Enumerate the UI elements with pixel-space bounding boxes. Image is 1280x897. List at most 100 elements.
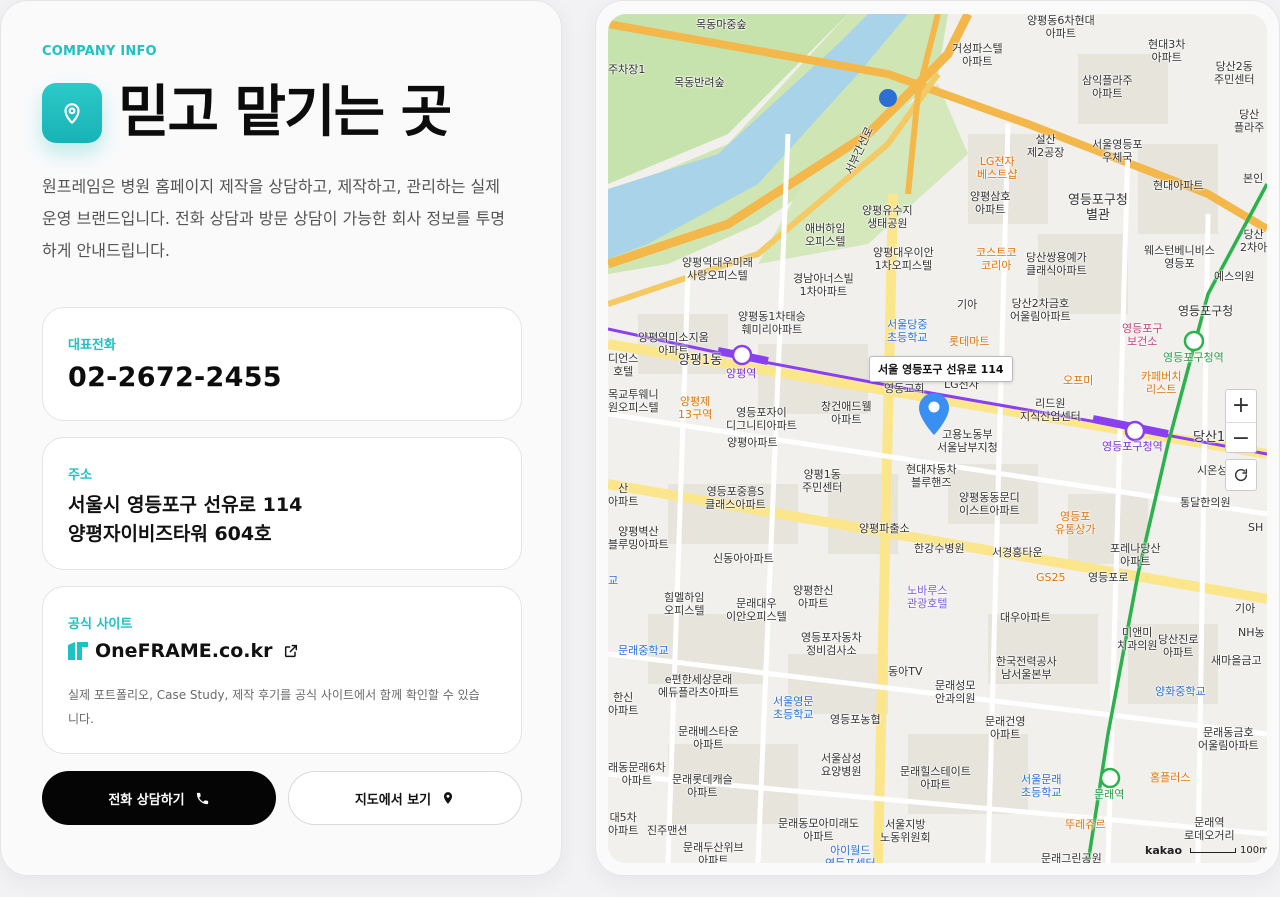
map-label: 영등포구 보건소 <box>1122 322 1163 348</box>
map-label: 양평아파트 <box>727 436 778 449</box>
map-label: 목교투웨니 원오피스텔 <box>608 388 659 414</box>
map-label: 문래두산위브 아파트 <box>683 841 744 863</box>
site-box: 공식 사이트 OneFRAME.co.kr 실제 포트폴리오, Case Stu… <box>42 586 522 754</box>
map-label: 목동반려숲 <box>674 76 725 89</box>
map-label: 영등포로 <box>1088 571 1129 584</box>
address-line2: 양평자이비즈타워 604호 <box>68 523 272 545</box>
refresh-icon[interactable] <box>1225 459 1257 491</box>
phone-label: 대표전화 <box>68 338 116 353</box>
location-callout: 서울 영등포구 선유로 114 <box>869 356 1013 382</box>
map-label: 서울지방 노동위원회 <box>880 818 931 844</box>
map-label: 문래롯데캐슬 아파트 <box>672 773 733 799</box>
map-label: 웨스턴베니비스 영등포 <box>1144 244 1215 270</box>
map-label: 당산 플라주 <box>1234 108 1265 134</box>
map-label: 양평벽산 블루밍아파트 <box>608 525 669 551</box>
map-label: 래동문래6차 아파트 <box>608 761 666 787</box>
site-name[interactable]: OneFRAME.co.kr <box>95 640 273 662</box>
map-label: 문래동모아미래도 아파트 <box>778 817 859 843</box>
map-label: 창건애드웰 아파트 <box>821 400 872 426</box>
map-view[interactable]: 목동마중숲 주차장1 목동반려숲 거성파스텔 아파트 양평동6차현대 아파트 현… <box>608 14 1267 863</box>
map-label: 서경홍타운 <box>992 546 1043 559</box>
map-label: 영등포구청 별관 <box>1068 193 1128 223</box>
map-label: 양평파출소 <box>859 522 910 535</box>
zoom-out-button[interactable]: − <box>1226 422 1256 454</box>
location-marker-icon[interactable] <box>919 393 949 439</box>
call-button[interactable]: 전화 상담하기 <box>42 771 276 825</box>
map-label: 포레나당산 아파트 <box>1110 542 1161 568</box>
map-label: 본인 <box>1243 172 1264 185</box>
map-label: 영등포구청역 <box>1102 440 1163 453</box>
address-box: 주소 서울시 영등포구 선유로 114 양평자이비즈타워 604호 <box>42 437 522 570</box>
site-link[interactable]: OneFRAME.co.kr <box>68 640 299 662</box>
map-label: 당산 2차아 <box>1240 228 1267 254</box>
map-label: 현대3차 아파트 <box>1148 38 1186 64</box>
map-label: 서울문래 초등학교 <box>1021 773 1062 799</box>
map-label: 영등포구청역 <box>1163 351 1224 364</box>
map-label: 당산2차금호 어울림아파트 <box>1010 297 1071 323</box>
map-label: 대우아파트 <box>1000 611 1051 624</box>
map-label: 서울영등포 우체국 <box>1092 138 1143 164</box>
map-label: 양평제 13구역 <box>678 395 713 421</box>
map-label: 한강수병원 <box>914 542 965 555</box>
map-label: 양평1동 주민센터 <box>802 468 843 494</box>
site-label: 공식 사이트 <box>68 617 133 632</box>
map-label: 예스의원 <box>1214 270 1255 283</box>
map-label: 양평동6차현대 아파트 <box>1027 14 1095 40</box>
title-row: 믿고 맡기는 곳 <box>42 79 452 147</box>
map-label: 문래중학교 <box>618 644 669 657</box>
map-card: 목동마중숲 주차장1 목동반려숲 거성파스텔 아파트 양평동6차현대 아파트 현… <box>595 0 1280 876</box>
map-label: 주차장1 <box>608 63 646 76</box>
map-label: 진주맨션 <box>647 824 688 837</box>
map-label: 영등포 유통상가 <box>1055 510 1096 536</box>
external-link-icon[interactable] <box>283 643 299 659</box>
map-label: 양화중학교 <box>1155 685 1206 698</box>
intro-text: 원프레임은 병원 홈페이지 제작을 상담하고, 제작하고, 관리하는 실제 운영… <box>42 177 506 260</box>
map-label: 산 아파트 <box>608 482 639 508</box>
site-description: 실제 포트폴리오, Case Study, 제작 후기를 공식 사이트에서 함께… <box>68 688 480 726</box>
map-pin-icon <box>441 791 455 805</box>
map-label: 현대자동차 블루핸즈 <box>906 463 957 489</box>
map-label: 양평역대우미래 사랑오피스텔 <box>682 256 753 282</box>
map-label: 통달한의원 <box>1180 496 1231 509</box>
map-label: 영등포중흥S 클래스아파트 <box>705 485 766 511</box>
map-label: 당산2동 주민센터 <box>1214 60 1255 86</box>
map-label: 코스트코 코리아 <box>976 246 1017 272</box>
map-scale: kakao 100m <box>1145 844 1267 857</box>
map-label: 영등포자동차 정비검사소 <box>801 631 862 657</box>
map-label: 양평역 <box>726 367 757 380</box>
call-button-label: 전화 상담하기 <box>108 792 185 808</box>
map-label: 문래건영 아파트 <box>985 715 1026 741</box>
map-label: 한국전력공사 남서울본부 <box>996 655 1057 681</box>
view-map-button-label: 지도에서 보기 <box>354 792 432 808</box>
map-label: 문래베스타운 아파트 <box>678 725 739 751</box>
map-label: 홈플러스 <box>1150 771 1191 784</box>
map-label: 당산진로 아파트 <box>1158 633 1199 659</box>
map-label: 양평대우이안 1차오피스텔 <box>873 246 934 272</box>
company-info-card: COMPANY INFO 믿고 맡기는 곳 원프레임은 병원 홈페이지 제작을 … <box>0 0 562 876</box>
map-label: 양평한신 아파트 <box>793 584 834 610</box>
zoom-in-button[interactable]: + <box>1226 390 1256 422</box>
map-label: 현대아파트 <box>1153 179 1204 192</box>
map-label: 목동마중숲 <box>696 18 747 31</box>
location-pin-icon <box>42 83 102 143</box>
map-label: 문래역 <box>1094 788 1125 801</box>
map-label: GS25 <box>1036 571 1066 584</box>
map-label: 양평삼호 아파트 <box>970 190 1011 216</box>
map-label: 아이월드 영등포센터 <box>825 844 876 863</box>
map-label: 노바루스 관광호텔 <box>907 584 948 610</box>
map-label: 서울삼성 요양병원 <box>821 752 862 778</box>
scale-label: 100m <box>1240 845 1267 856</box>
map-label: NH농 <box>1238 626 1265 639</box>
page-title: 믿고 맡기는 곳 <box>118 80 452 145</box>
phone-value[interactable]: 02-2672-2455 <box>68 362 282 393</box>
map-label: 서울당중 초등학교 <box>887 318 928 344</box>
phone-box: 대표전화 02-2672-2455 <box>42 307 522 421</box>
map-label: 문래대우 이안오피스텔 <box>726 597 787 623</box>
map-label: 영등포자이 디그니티아파트 <box>726 406 797 432</box>
view-map-button[interactable]: 지도에서 보기 <box>288 771 522 825</box>
scale-line <box>1190 848 1237 853</box>
map-label: 거성파스텔 아파트 <box>952 42 1003 68</box>
map-label: 애버하임 오피스텔 <box>805 222 846 248</box>
map-label: 서울영문 초등학교 <box>773 695 814 721</box>
address-value: 서울시 영등포구 선유로 114 양평자이비즈타워 604호 <box>68 491 302 549</box>
